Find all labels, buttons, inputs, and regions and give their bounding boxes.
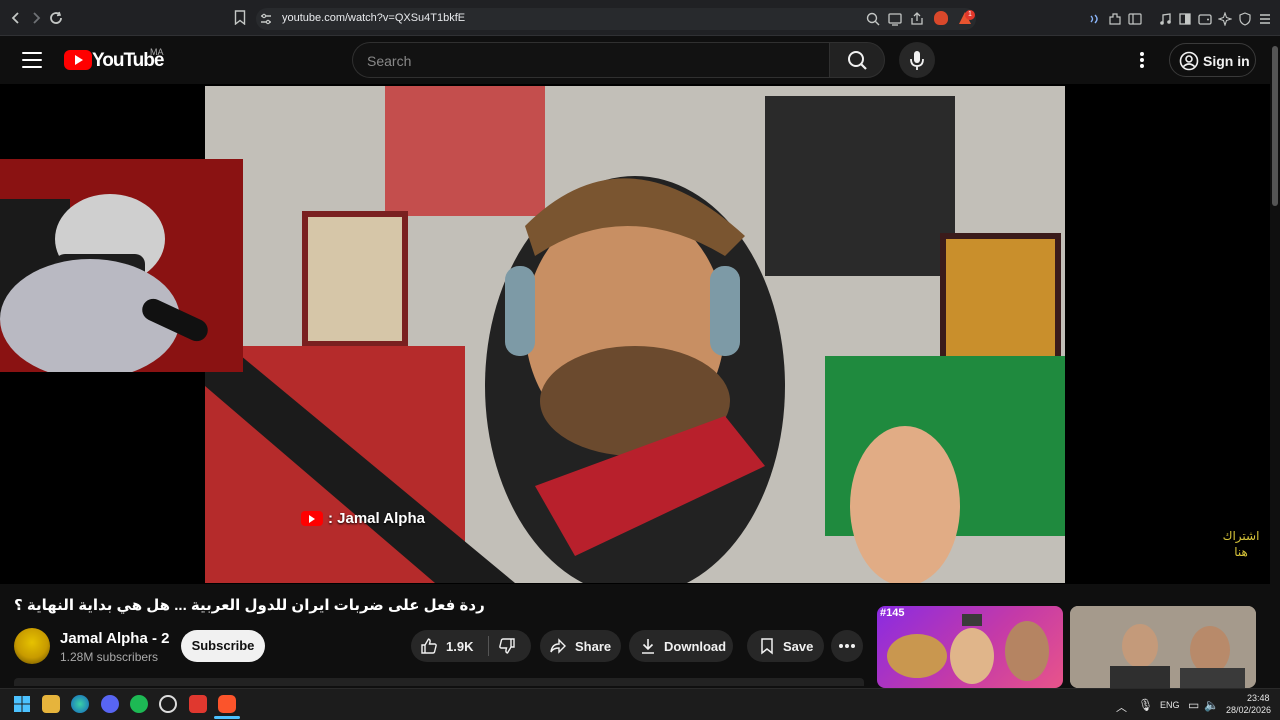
channel-avatar[interactable]: [14, 628, 50, 664]
subscribe-here-overlay: اشتراك هنا: [1222, 529, 1260, 559]
clock-date[interactable]: 28/02/2026: [1226, 705, 1271, 715]
reload-icon[interactable]: [48, 10, 64, 26]
rewards-badge: 1: [965, 10, 975, 20]
zoom-icon[interactable]: [866, 12, 880, 26]
guide-menu-icon[interactable]: [22, 52, 42, 68]
search-button[interactable]: [829, 42, 885, 78]
voice-search-button[interactable]: [899, 42, 935, 78]
channel-name[interactable]: Jamal Alpha - 2: [60, 630, 169, 647]
url-text[interactable]: youtube.com/watch?v=QXSu4T1bkfE: [282, 12, 465, 24]
streamer-webcam: [0, 159, 243, 379]
overlay-youtube-icon: [301, 511, 323, 526]
share-label[interactable]: Share: [575, 639, 611, 654]
thumbnail-image: [1070, 606, 1256, 688]
more-actions-button[interactable]: [831, 630, 863, 662]
thumbnail-image: [887, 614, 1049, 684]
sign-in-label[interactable]: Sign in: [1203, 53, 1250, 69]
clock-time[interactable]: 23:48: [1247, 693, 1270, 703]
tray-overflow-icon[interactable]: ︿: [1116, 699, 1127, 715]
video-frame[interactable]: [205, 86, 1065, 583]
forward-icon[interactable]: [28, 10, 44, 26]
bookmark-icon[interactable]: [234, 10, 246, 26]
media-icon[interactable]: [1158, 12, 1172, 26]
search-placeholder[interactable]: Search: [367, 53, 411, 69]
save-playlist-icon: [758, 637, 776, 655]
input-language[interactable]: ENG: [1160, 700, 1180, 710]
active-app-indicator: [214, 716, 240, 719]
video-title: ردة فعل على ضربات ايران للدول العربية ..…: [14, 597, 485, 614]
volume-icon[interactable]: 🔈: [1204, 698, 1219, 712]
like-count[interactable]: 1.9K: [446, 639, 473, 654]
scrollbar-thumb[interactable]: [1272, 46, 1278, 206]
back-icon[interactable]: [8, 10, 24, 26]
spotify-icon[interactable]: [130, 695, 148, 713]
reading-mode-icon[interactable]: [1178, 12, 1192, 26]
browser-menu-icon[interactable]: [1258, 12, 1272, 26]
recommended-video-thumbnail[interactable]: [877, 606, 1063, 688]
leo-ai-icon[interactable]: [1217, 11, 1233, 27]
search-input[interactable]: [352, 42, 830, 78]
share-page-icon[interactable]: [910, 12, 924, 26]
subscriber-count: 1.28M subscribers: [60, 650, 159, 664]
like-divider: [488, 636, 489, 656]
settings-more-icon[interactable]: [1140, 52, 1146, 68]
network-icon[interactable]: ▭: [1188, 698, 1199, 712]
like-icon[interactable]: [420, 637, 438, 655]
translate-icon[interactable]: [1088, 12, 1102, 26]
thumbnail-episode-tag: #145: [880, 607, 905, 619]
brave-shield-icon[interactable]: [934, 11, 948, 25]
start-icon[interactable]: [13, 695, 31, 713]
video-content-image: [205, 86, 1065, 583]
search-icon: [848, 51, 867, 70]
webcam-image: [0, 159, 243, 379]
app-icon[interactable]: [189, 695, 207, 713]
extensions-icon[interactable]: [1108, 12, 1122, 26]
discord-icon[interactable]: [101, 695, 119, 713]
steam-icon[interactable]: [159, 695, 177, 713]
download-label[interactable]: Download: [664, 639, 726, 654]
save-label[interactable]: Save: [783, 639, 813, 654]
overlay-channel-label: : Jamal Alpha: [328, 510, 425, 527]
region-code: MA: [150, 47, 164, 57]
youtube-logo-icon[interactable]: [64, 50, 92, 70]
vpn-shield-icon[interactable]: [1238, 12, 1252, 26]
microphone-tray-icon[interactable]: 🎙: [1138, 698, 1153, 712]
share-icon: [549, 637, 567, 655]
description-box[interactable]: [14, 678, 864, 686]
brave-browser-icon[interactable]: [218, 695, 236, 713]
microphone-icon: [910, 51, 924, 70]
wallet-icon[interactable]: [1198, 12, 1212, 26]
sidebar-toggle-icon[interactable]: [1128, 12, 1142, 26]
cast-icon[interactable]: [888, 12, 902, 26]
edge-icon[interactable]: [71, 695, 89, 713]
site-info-icon[interactable]: [260, 12, 272, 25]
more-horizontal-icon: [839, 644, 855, 648]
subscribe-button[interactable]: Subscribe: [181, 630, 265, 662]
file-explorer-icon[interactable]: [42, 695, 60, 713]
account-icon: [1179, 51, 1199, 71]
download-icon: [639, 637, 657, 655]
recommended-video-thumbnail[interactable]: [1070, 606, 1256, 688]
dislike-icon[interactable]: [498, 637, 516, 655]
